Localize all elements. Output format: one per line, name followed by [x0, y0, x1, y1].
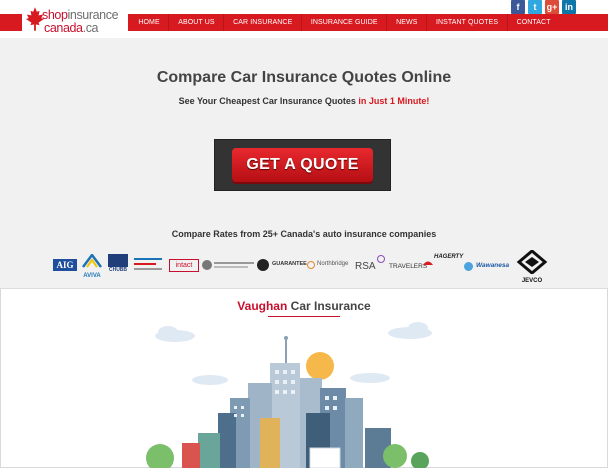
twitter-icon[interactable]: t [528, 0, 542, 14]
jevco-mark-icon [516, 249, 548, 275]
get-quote-panel: GET A QUOTE [214, 139, 391, 191]
facebook-icon[interactable]: f [511, 0, 525, 14]
hero-title: Compare Car Insurance Quotes Online [156, 69, 452, 86]
nav-news[interactable]: NEWS [396, 19, 417, 26]
nav-separator [223, 14, 225, 31]
nav-bar-right-accent [561, 14, 608, 31]
nav-separator [301, 14, 303, 31]
nav-separator [506, 14, 508, 31]
nav-instant-quotes[interactable]: INSTANT QUOTES [436, 19, 498, 26]
insurer-wawanesa: Wawanesa [464, 261, 512, 273]
aviva-mark-icon [82, 252, 102, 268]
insurer-intact: intact [169, 259, 199, 272]
insurer-guarantee: GUARANTEE [257, 259, 309, 271]
nav-about-us[interactable]: ABOUT US [178, 19, 214, 26]
linkedin-icon[interactable]: in [562, 0, 576, 14]
nav-car-insurance[interactable]: CAR INSURANCE [233, 19, 292, 26]
google-plus-icon[interactable]: g+ [545, 0, 559, 14]
site-header: shopinsurance canada.ca HOME ABOUT US CA… [0, 0, 608, 38]
insurer-aviva: AVIVA [81, 252, 103, 279]
insurer-travelers: TRAVELERS [389, 260, 433, 274]
section-title: Vaughan Car Insurance [237, 299, 371, 313]
section-title-underline [268, 316, 340, 317]
nav-separator [426, 14, 428, 31]
insurer-jevco: JEVCO [515, 249, 549, 284]
site-logo[interactable]: shopinsurance canada.ca [26, 5, 126, 35]
social-links: f t g+ in [508, 0, 576, 14]
logo-line-2: canada.ca [44, 21, 99, 35]
nav-separator [386, 14, 388, 31]
insurer-aig: AIG [53, 259, 77, 271]
hero-section: Compare Car Insurance Quotes Online See … [0, 38, 608, 288]
insurer-economical [134, 256, 166, 274]
nav-home[interactable]: HOME [138, 19, 159, 26]
nav-insurance-guide[interactable]: INSURANCE GUIDE [311, 19, 378, 26]
section-divider [0, 288, 608, 289]
insurer-rsa: RSA [355, 255, 387, 273]
logo-line-1: shopinsurance [42, 8, 119, 22]
get-a-quote-button[interactable]: GET A QUOTE [232, 148, 373, 182]
city-skyline-illustration [146, 322, 432, 468]
nav-separator [168, 14, 170, 31]
insurer-mutual [202, 259, 254, 271]
umbrella-icon [423, 261, 433, 265]
compare-rates-text: Compare Rates from 25+ Canada's auto ins… [171, 229, 437, 239]
insurer-chubb: CHUBB [107, 254, 129, 276]
insurer-hagerty: HAGERTY [434, 254, 464, 260]
nav-contact[interactable]: CONTACT [517, 19, 551, 26]
nav-bar-left-accent [0, 14, 22, 31]
insurer-logos: AIG AVIVA CHUBB intact GUARANTEE Northbr… [52, 249, 552, 284]
hero-subtitle: See Your Cheapest Car Insurance Quotes i… [178, 96, 430, 106]
main-nav: HOME ABOUT US CAR INSURANCE INSURANCE GU… [128, 14, 561, 31]
insurer-northbridge: Northbridge [307, 260, 355, 272]
